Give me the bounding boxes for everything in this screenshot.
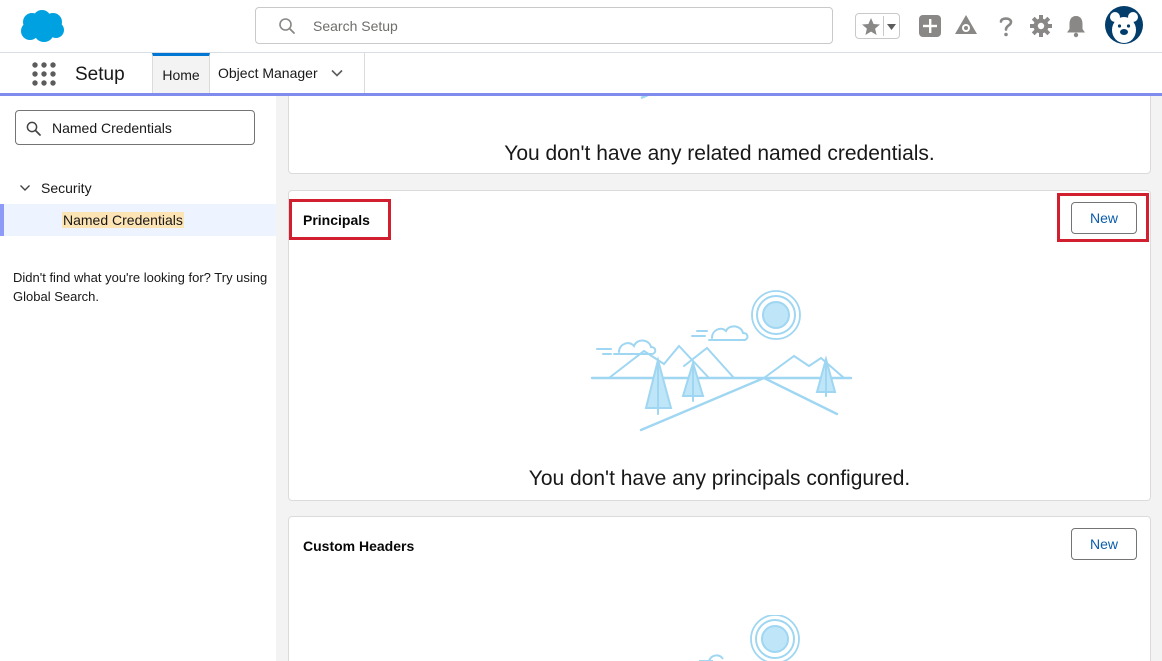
principals-card: Principals New You don't have any princi… [288, 190, 1151, 501]
bell-icon[interactable] [1063, 13, 1089, 39]
tree-item-named-credentials[interactable]: Named Credentials [0, 204, 276, 236]
app-name: Setup [75, 64, 125, 85]
custom-headers-new-button[interactable]: New [1071, 528, 1137, 560]
favorites-group [855, 13, 900, 39]
custom-headers-title: Custom Headers [303, 538, 415, 554]
principals-empty-message: You don't have any principals configured… [528, 467, 911, 490]
quick-find-input[interactable]: Named Credentials [15, 110, 255, 145]
plus-icon[interactable] [917, 13, 943, 39]
quick-find-value: Named Credentials [52, 120, 172, 136]
gear-icon[interactable] [1028, 13, 1054, 39]
star-icon[interactable] [859, 15, 883, 37]
tab-home-label: Home [162, 66, 200, 83]
related-empty-message: You don't have any related named credent… [504, 142, 935, 165]
highlight-principals-title [289, 199, 391, 240]
trailhead-icon[interactable] [953, 13, 979, 39]
search-icon [279, 18, 295, 34]
tab-object-manager-label: Object Manager [218, 65, 318, 81]
tree-section-label: Security [41, 180, 92, 196]
salesforce-cloud-logo[interactable] [18, 9, 66, 43]
highlight-new-button [1057, 193, 1149, 242]
chevron-down-icon[interactable] [330, 66, 344, 80]
global-header: Search Setup [0, 0, 1162, 53]
app-launcher-icon[interactable] [31, 61, 57, 87]
empty-state-illustration [699, 615, 800, 661]
bear-avatar-icon [1110, 12, 1138, 43]
search-placeholder: Search Setup [313, 18, 398, 34]
avatar[interactable] [1105, 6, 1143, 44]
setup-sidebar: Named Credentials Security Named Credent… [0, 96, 276, 661]
tree-item-label: Named Credentials [62, 212, 184, 228]
tab-object-manager[interactable]: Object Manager [210, 53, 365, 93]
empty-state-illustration [590, 290, 853, 432]
related-named-credentials-card: You don't have any related named credent… [288, 96, 1151, 174]
chevron-down-icon [887, 24, 896, 30]
global-search-hint: Didn't find what you're looking for? Try… [13, 270, 268, 304]
global-search-input[interactable]: Search Setup [255, 7, 833, 44]
search-icon [26, 121, 41, 136]
tree-section-security[interactable]: Security [0, 178, 276, 200]
app-nav-bar: Setup Home Object Manager [0, 53, 1162, 96]
favorites-menu-button[interactable] [883, 16, 898, 36]
help-icon[interactable] [993, 13, 1019, 39]
custom-headers-card: Custom Headers New [288, 516, 1151, 661]
empty-state-illustration [640, 96, 649, 100]
tab-home[interactable]: Home [152, 53, 210, 93]
chevron-down-icon[interactable] [19, 182, 31, 194]
main-content: You don't have any related named credent… [276, 96, 1162, 661]
